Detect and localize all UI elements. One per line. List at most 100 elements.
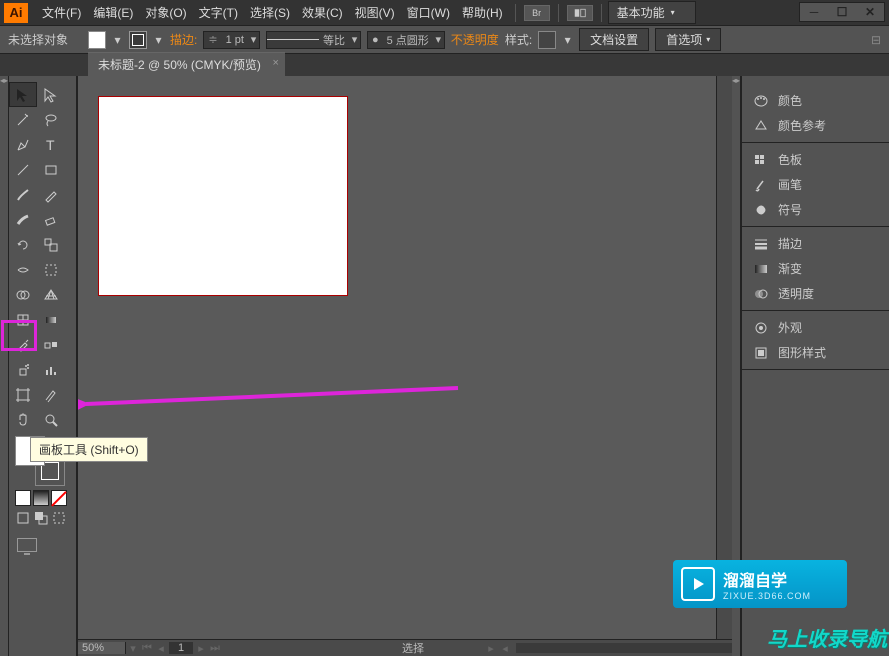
canvas[interactable]: 50% ▾ ⏮ ◂ 1 ▸ ⏭ 选择 ▸ ◂ (77, 76, 732, 656)
panel-transparency[interactable]: 透明度 (742, 281, 889, 306)
expand-panels-icon[interactable]: ◂▸ (0, 76, 8, 84)
menu-object[interactable]: 对象(O) (139, 4, 192, 21)
menu-window[interactable]: 窗口(W) (401, 4, 456, 21)
artboard-tool[interactable] (9, 382, 37, 407)
chevron-down-icon[interactable]: ▾ (153, 34, 164, 45)
gradient-tool[interactable] (37, 307, 65, 332)
variable-width-profile[interactable]: 等比▾ (266, 31, 361, 49)
document-tab[interactable]: 未标题-2 @ 50% (CMYK/预览) × (88, 52, 285, 76)
appearance-icon (752, 320, 770, 336)
panel-symbols[interactable]: 符号 (742, 197, 889, 222)
fill-swatch[interactable] (88, 31, 106, 49)
menu-select[interactable]: 选择(S) (244, 4, 296, 21)
arrange-icon[interactable] (567, 5, 593, 21)
eraser-tool[interactable] (37, 207, 65, 232)
type-tool[interactable]: T (37, 132, 65, 157)
direct-selection-tool[interactable] (37, 82, 65, 107)
paintbrush-tool[interactable] (9, 182, 37, 207)
scroll-left-icon[interactable]: ▸ (484, 642, 498, 655)
horizontal-scrollbar[interactable] (516, 643, 732, 653)
menu-file[interactable]: 文件(F) (36, 4, 87, 21)
panel-label: 图形样式 (778, 344, 826, 361)
artboard[interactable] (98, 96, 348, 296)
panel-gradient[interactable]: 渐变 (742, 256, 889, 281)
menu-help[interactable]: 帮助(H) (456, 4, 509, 21)
stroke-swatch[interactable] (129, 31, 147, 49)
doc-controls[interactable]: ⊟ (871, 33, 881, 47)
lasso-tool[interactable] (37, 107, 65, 132)
hand-tool[interactable] (9, 407, 37, 432)
panel-graphic-styles[interactable]: 图形样式 (742, 340, 889, 365)
next-page-icon[interactable]: ▸ (194, 642, 208, 655)
rotate-tool[interactable] (9, 232, 37, 257)
menu-type[interactable]: 文字(T) (193, 4, 244, 21)
annotation-arrow (78, 384, 478, 424)
screen-mode-icon[interactable] (17, 538, 37, 552)
rectangle-tool[interactable] (37, 157, 65, 182)
zoom-tool[interactable] (37, 407, 65, 432)
menu-edit[interactable]: 编辑(E) (87, 4, 139, 21)
pen-tool[interactable] (9, 132, 37, 157)
line-tool[interactable] (9, 157, 37, 182)
first-page-icon[interactable]: ⏮ (140, 642, 154, 655)
draw-normal-icon[interactable] (15, 510, 31, 526)
eyedropper-tool[interactable] (9, 332, 37, 357)
watermark-text: 马上收录导航 (767, 623, 887, 652)
selection-tool[interactable] (9, 82, 37, 107)
panel-swatches[interactable]: 色板 (742, 147, 889, 172)
chevron-down-icon[interactable]: ▾ (562, 34, 573, 45)
chevron-down-icon[interactable]: ▾ (112, 34, 123, 45)
panel-brushes[interactable]: 画笔 (742, 172, 889, 197)
width-tool[interactable] (9, 257, 37, 282)
panel-stroke[interactable]: 描边 (742, 231, 889, 256)
brush-definition[interactable]: ●5 点圆形▾ (367, 31, 445, 49)
document-setup-button[interactable]: 文档设置 (579, 28, 649, 51)
blob-brush-tool[interactable] (9, 207, 37, 232)
prev-page-icon[interactable]: ◂ (154, 642, 168, 655)
close-tab-icon[interactable]: × (272, 57, 278, 69)
tool-status-label: 选择 (402, 640, 424, 656)
chevron-down-icon[interactable]: ▾ (126, 642, 140, 655)
last-page-icon[interactable]: ⏭ (208, 642, 222, 655)
close-button[interactable]: ✕ (856, 3, 884, 21)
symbols-icon (752, 202, 770, 218)
stroke-weight-input[interactable]: ≑1 pt▾ (203, 31, 260, 49)
zoom-field[interactable]: 50% (78, 642, 126, 654)
draw-behind-icon[interactable] (33, 510, 49, 526)
maximize-button[interactable]: ☐ (828, 3, 856, 21)
color-mode-gradient[interactable] (33, 490, 49, 506)
color-mode-solid[interactable] (15, 490, 31, 506)
style-swatch[interactable] (538, 31, 556, 49)
shape-builder-tool[interactable] (9, 282, 37, 307)
minimize-button[interactable]: ─ (800, 3, 828, 21)
column-graph-tool[interactable] (37, 357, 65, 382)
mesh-tool[interactable] (9, 307, 37, 332)
preferences-button[interactable]: 首选项▾ (655, 28, 721, 51)
free-transform-tool[interactable] (37, 257, 65, 282)
panel-label: 颜色 (778, 92, 802, 109)
slice-tool[interactable] (37, 382, 65, 407)
expand-right-panels-icon[interactable]: ◂▸ (732, 76, 740, 84)
page-field[interactable]: 1 (169, 642, 193, 654)
panel-color-guide[interactable]: 颜色参考 (742, 113, 889, 138)
menu-view[interactable]: 视图(V) (349, 4, 401, 21)
color-mode-none[interactable] (51, 490, 67, 506)
bridge-icon[interactable]: Br (524, 5, 550, 21)
blend-tool[interactable] (37, 332, 65, 357)
pencil-tool[interactable] (37, 182, 65, 207)
menu-effect[interactable]: 效果(C) (296, 4, 349, 21)
stroke-label[interactable]: 描边: (170, 31, 197, 48)
scale-tool[interactable] (37, 232, 65, 257)
perspective-grid-tool[interactable] (37, 282, 65, 307)
panel-color[interactable]: 颜色 (742, 88, 889, 113)
scroll-left-icon[interactable]: ◂ (498, 642, 512, 655)
opacity-label[interactable]: 不透明度 (451, 31, 499, 48)
workspace-switcher[interactable]: 基本功能 ▾ (608, 1, 696, 24)
draw-inside-icon[interactable] (51, 510, 67, 526)
panel-appearance[interactable]: 外观 (742, 315, 889, 340)
symbol-sprayer-tool[interactable] (9, 357, 37, 382)
panel-label: 描边 (778, 235, 802, 252)
magic-wand-tool[interactable] (9, 107, 37, 132)
style-label[interactable]: 样式: (505, 31, 532, 48)
vertical-scrollbar[interactable] (716, 76, 732, 640)
